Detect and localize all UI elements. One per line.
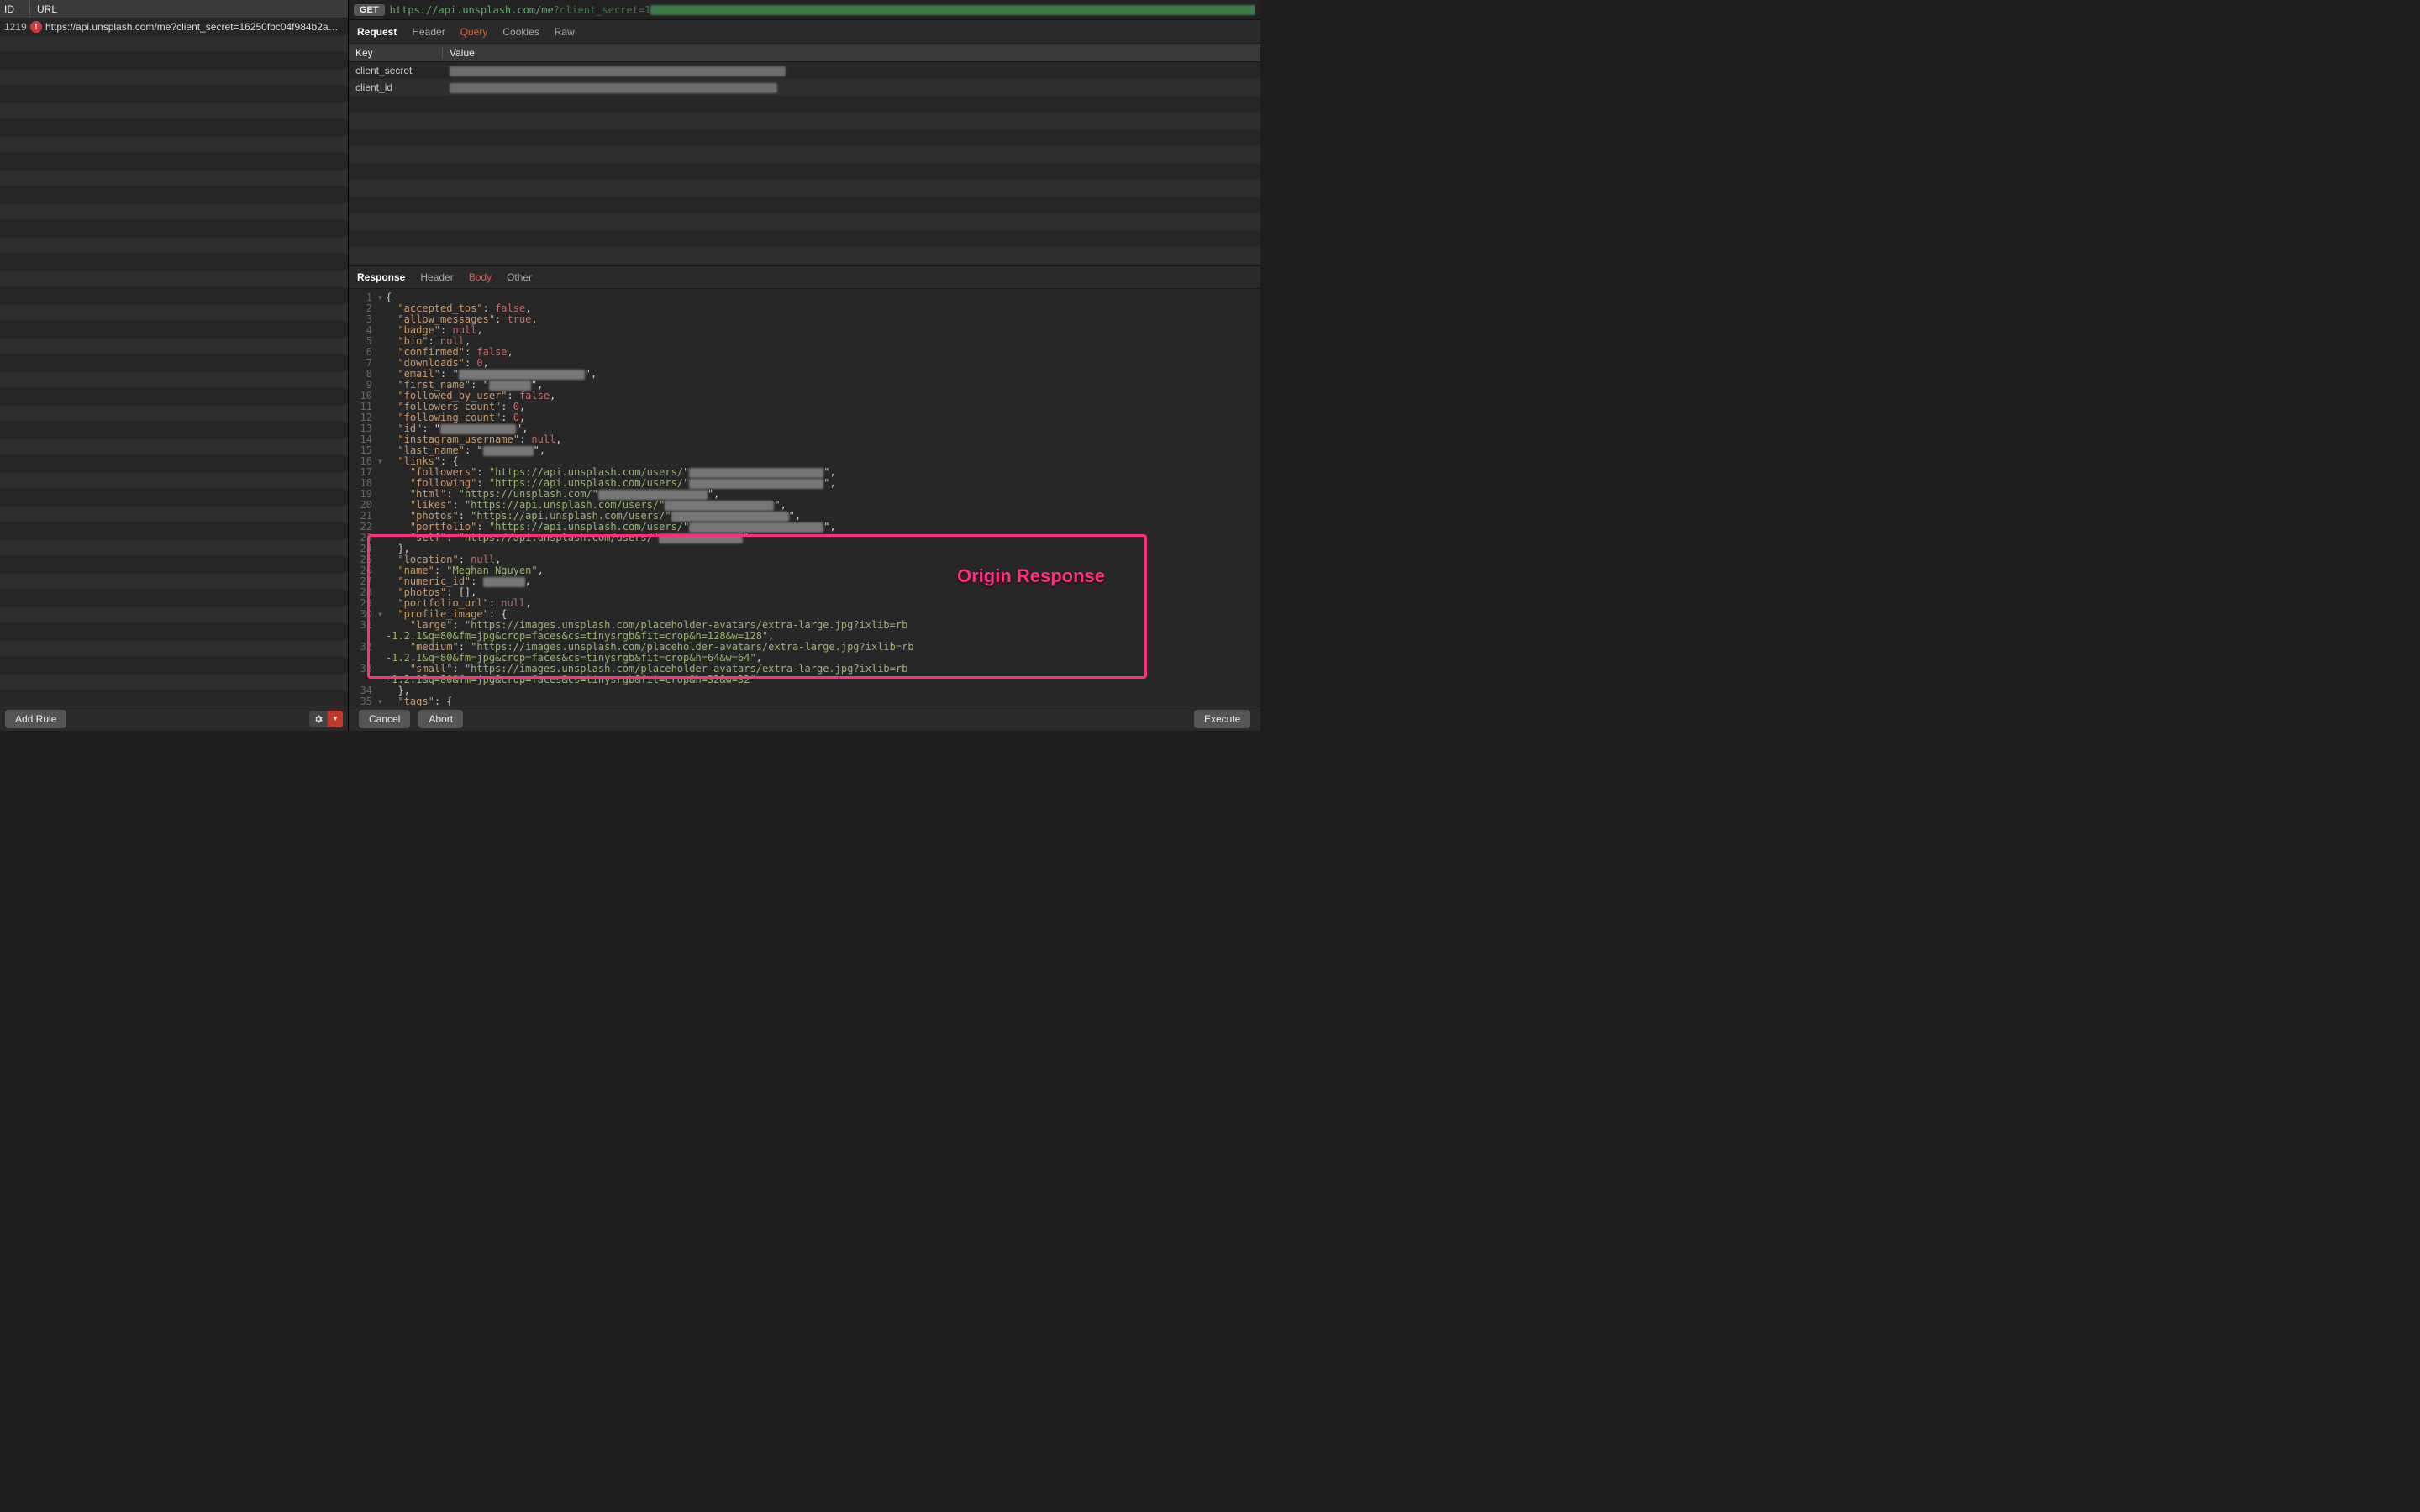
- row-url: https://api.unsplash.com/me?client_secre…: [45, 21, 344, 33]
- rules-table-body: 1219 ! https://api.unsplash.com/me?clien…: [0, 18, 348, 706]
- tab-response-body[interactable]: Body: [469, 271, 492, 283]
- request-tabs: Request Header Query Cookies Raw: [349, 20, 1260, 44]
- gear-icon[interactable]: [309, 711, 328, 727]
- tab-raw[interactable]: Raw: [555, 26, 575, 38]
- col-url-header[interactable]: URL: [30, 1, 64, 18]
- col-id-header[interactable]: ID: [0, 1, 30, 18]
- table-row[interactable]: client_secret: [349, 62, 1260, 79]
- rules-sidebar: ID URL 1219 ! https://api.unsplash.com/m…: [0, 0, 349, 731]
- value-col-header[interactable]: Value: [443, 47, 481, 59]
- cancel-button[interactable]: Cancel: [359, 710, 410, 728]
- detail-footer: Cancel Abort Execute: [349, 706, 1260, 731]
- tab-cookies[interactable]: Cookies: [502, 26, 539, 38]
- annotation-label: Origin Response: [957, 570, 1105, 581]
- request-url[interactable]: https://api.unsplash.com/me?client_secre…: [390, 4, 1256, 16]
- tab-query[interactable]: Query: [460, 26, 488, 38]
- execute-button[interactable]: Execute: [1194, 710, 1250, 728]
- response-body-viewer[interactable]: 1▾{2 "accepted_tos": false,3 "allow_mess…: [349, 289, 1260, 706]
- table-row[interactable]: client_id: [349, 79, 1260, 96]
- detail-panel: GET https://api.unsplash.com/me?client_s…: [349, 0, 1260, 731]
- url-bar: GET https://api.unsplash.com/me?client_s…: [349, 0, 1260, 20]
- param-key: client_id: [349, 81, 443, 93]
- param-value: [443, 81, 784, 93]
- sidebar-footer: Add Rule ▾: [0, 706, 348, 731]
- chevron-down-icon[interactable]: ▾: [328, 711, 343, 727]
- query-table-body: client_secret client_id: [349, 62, 1260, 265]
- key-col-header[interactable]: Key: [349, 47, 443, 59]
- query-table-header: Key Value: [349, 44, 1260, 62]
- row-id: 1219: [4, 21, 30, 33]
- tab-response-other[interactable]: Other: [507, 271, 532, 283]
- tab-request[interactable]: Request: [357, 26, 397, 38]
- param-key: client_secret: [349, 65, 443, 76]
- add-rule-button[interactable]: Add Rule: [5, 710, 66, 728]
- tab-response-header[interactable]: Header: [420, 271, 453, 283]
- tab-response[interactable]: Response: [357, 271, 405, 283]
- error-icon: !: [30, 21, 42, 33]
- abort-button[interactable]: Abort: [418, 710, 463, 728]
- table-row[interactable]: 1219 ! https://api.unsplash.com/me?clien…: [0, 18, 348, 35]
- response-tabs: Response Header Body Other: [349, 265, 1260, 289]
- rules-table-header: ID URL: [0, 0, 348, 18]
- tab-header[interactable]: Header: [412, 26, 445, 38]
- param-value: [443, 65, 792, 76]
- http-method-badge[interactable]: GET: [354, 4, 385, 16]
- redacted-query: [650, 5, 1255, 15]
